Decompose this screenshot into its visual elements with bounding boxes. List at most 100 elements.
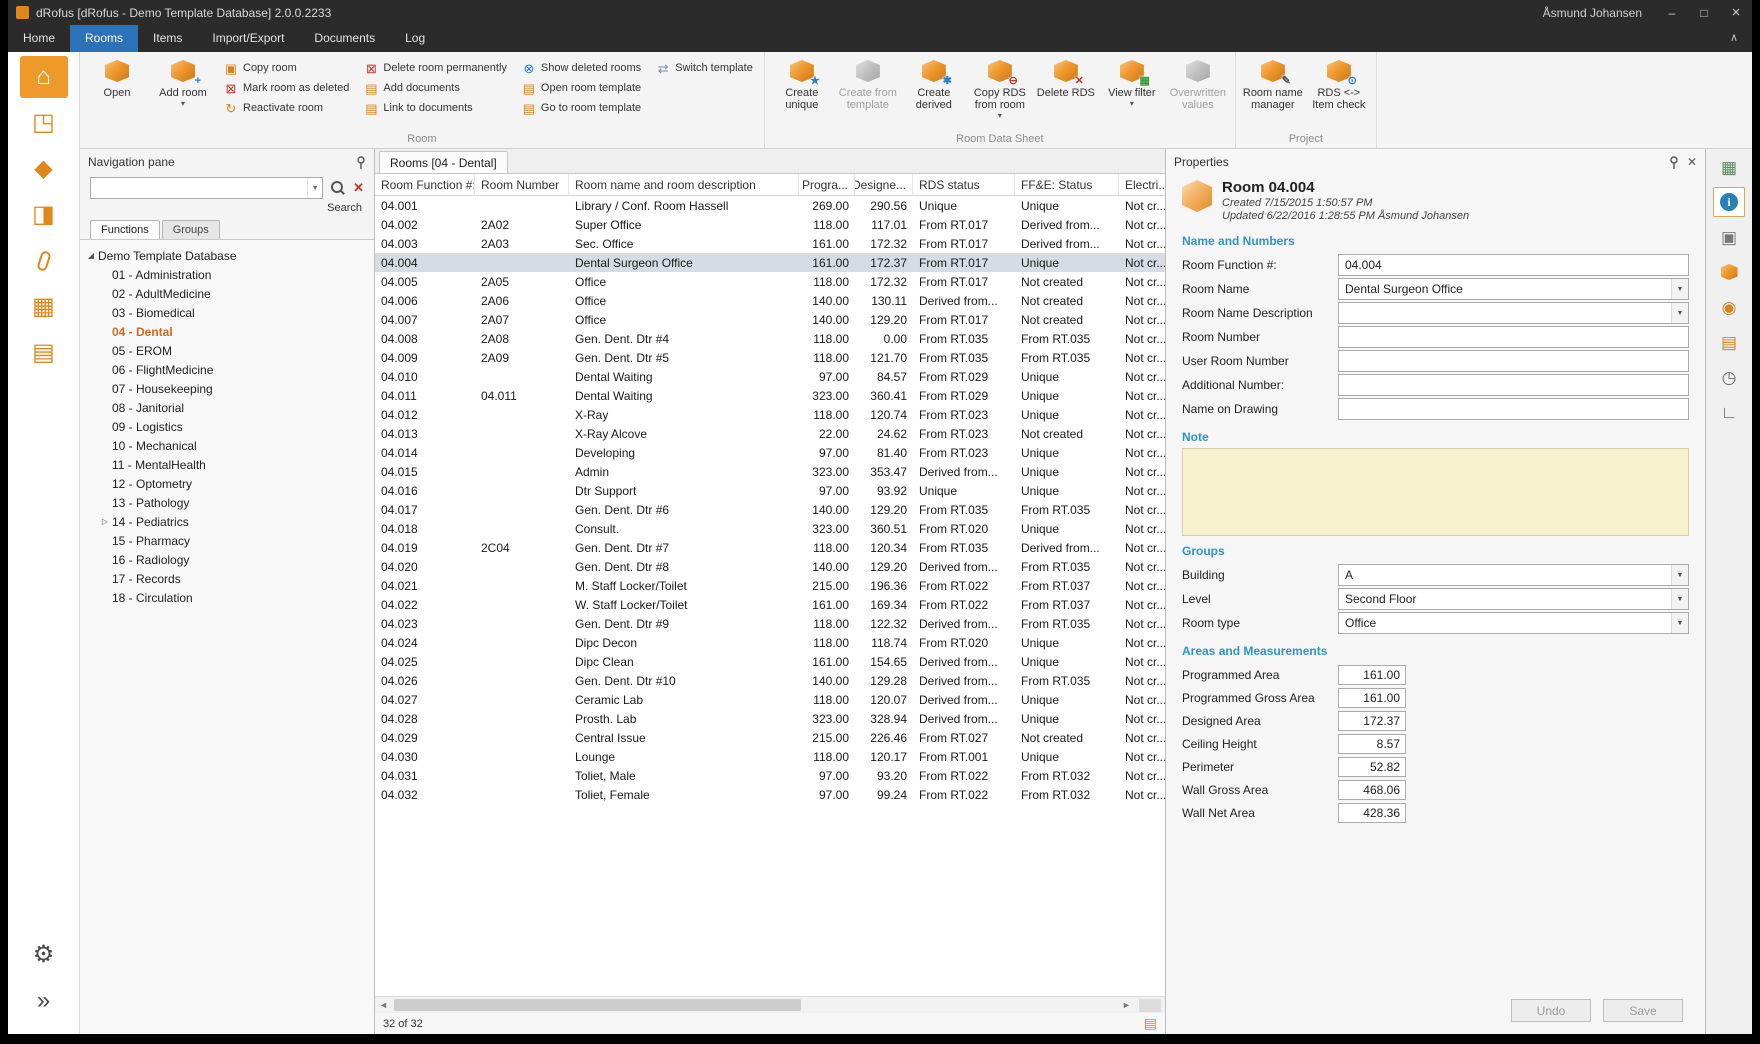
room-name-manager-button[interactable]: ✎Room name manager: [1240, 54, 1306, 113]
room-number-input[interactable]: [1338, 326, 1689, 348]
level-field[interactable]: ▼: [1338, 588, 1689, 610]
table-row[interactable]: 04.024Dipc Decon118.00118.74From RT.020U…: [375, 633, 1165, 652]
switch-template-button[interactable]: ⇄Switch template: [655, 58, 753, 78]
horizontal-scrollbar[interactable]: ◄ ►: [375, 996, 1165, 1013]
view-filter-button[interactable]: ▦View filter▾: [1099, 54, 1165, 110]
room-name-description-input[interactable]: [1338, 302, 1689, 324]
chevron-down-icon[interactable]: ▼: [1671, 279, 1688, 299]
add-room-button[interactable]: +Add room▾: [150, 54, 216, 110]
show-deleted-rooms-button[interactable]: ⊗Show deleted rooms: [521, 58, 641, 78]
tree-item-16-radiology[interactable]: 16 - Radiology: [84, 550, 370, 569]
perimeter-input[interactable]: [1338, 757, 1406, 777]
chevron-down-icon[interactable]: ▼: [1671, 589, 1688, 609]
table-row[interactable]: 04.027Ceramic Lab118.00120.07Derived fro…: [375, 690, 1165, 709]
nav-tab-functions[interactable]: Functions: [90, 220, 160, 239]
menu-tab-import-export[interactable]: Import/Export: [197, 25, 299, 52]
menu-tab-items[interactable]: Items: [138, 25, 197, 52]
room-number-field[interactable]: [1338, 326, 1689, 348]
column-header-room-number[interactable]: Room Number: [475, 174, 569, 195]
programmed-area-input[interactable]: [1338, 665, 1406, 685]
table-row[interactable]: 04.020Gen. Dent. Dtr #8140.00129.20Deriv…: [375, 557, 1165, 576]
table-row[interactable]: 04.030Lounge118.00120.17From RT.001Uniqu…: [375, 747, 1165, 766]
column-header-electri[interactable]: Electri...: [1119, 174, 1165, 195]
chevron-down-icon[interactable]: ▼: [1671, 565, 1688, 585]
search-input[interactable]: [91, 178, 307, 198]
scrollbar-track[interactable]: [392, 997, 1118, 1013]
table-row[interactable]: 04.014Developing97.0081.40From RT.023Uni…: [375, 443, 1165, 462]
tree-item-14-pediatrics[interactable]: ▷14 - Pediatrics: [84, 512, 370, 531]
pin-icon[interactable]: [356, 156, 366, 169]
column-header-designe[interactable]: Designe...: [855, 174, 913, 195]
reactivate-room-button[interactable]: ↻Reactivate room: [223, 98, 349, 118]
rooms-icon[interactable]: ⌂: [20, 56, 68, 98]
open-room-template-button[interactable]: ▤Open room template: [521, 78, 641, 98]
tree-item-15-pharmacy[interactable]: 15 - Pharmacy: [84, 531, 370, 550]
undo-button[interactable]: Undo: [1511, 999, 1591, 1022]
table-row[interactable]: 04.0092A09Gen. Dent. Dtr #5118.00121.70F…: [375, 348, 1165, 367]
chevron-down-icon[interactable]: ▼: [1671, 613, 1688, 633]
table-row[interactable]: 04.0022A02Super Office118.00117.01From R…: [375, 215, 1165, 234]
table-row[interactable]: 04.021M. Staff Locker/Toilet215.00196.36…: [375, 576, 1165, 595]
tree-expander-icon[interactable]: ◢: [84, 251, 98, 260]
tree-root[interactable]: ◢Demo Template Database: [84, 246, 370, 265]
table-row[interactable]: 04.013X-Ray Alcove22.0024.62From RT.023N…: [375, 424, 1165, 443]
close-button[interactable]: ×: [1720, 0, 1752, 25]
room-name-field[interactable]: ▼: [1338, 278, 1689, 300]
tree-item-11-mentalhealth[interactable]: 11 - MentalHealth: [84, 455, 370, 474]
table-row[interactable]: 04.031Toliet, Male97.0093.20From RT.022F…: [375, 766, 1165, 785]
column-header-room-name-and-room-description[interactable]: Room name and room description: [569, 174, 799, 195]
table-row[interactable]: 04.022W. Staff Locker/Toilet161.00169.34…: [375, 595, 1165, 614]
table-row[interactable]: 04.0192C04Gen. Dent. Dtr #7118.00120.34F…: [375, 538, 1165, 557]
table-row[interactable]: 04.01104.011Dental Waiting323.00360.41Fr…: [375, 386, 1165, 405]
menu-tab-documents[interactable]: Documents: [299, 25, 390, 52]
copy-room-button[interactable]: ▣Copy room: [223, 58, 349, 78]
mark-room-as-deleted-button[interactable]: ⊠Mark room as deleted: [223, 78, 349, 98]
wall-net-area-input[interactable]: [1338, 803, 1406, 823]
tree-item-10-mechanical[interactable]: 10 - Mechanical: [84, 436, 370, 455]
table-row[interactable]: 04.0062A06Office140.00130.11Derived from…: [375, 291, 1165, 310]
table-row[interactable]: 04.025Dipc Clean161.00154.65Derived from…: [375, 652, 1165, 671]
column-header-room-function[interactable]: Room Function #:: [375, 174, 475, 195]
rds-item-check-button[interactable]: ⊙RDS <-> Item check: [1306, 54, 1372, 113]
table-row[interactable]: 04.012X-Ray118.00120.74From RT.023Unique…: [375, 405, 1165, 424]
tree-item-07-housekeeping[interactable]: 07 - Housekeeping: [84, 379, 370, 398]
building-input[interactable]: [1338, 564, 1689, 586]
menu-tab-home[interactable]: Home: [8, 25, 70, 52]
additional-number-field[interactable]: [1338, 374, 1689, 396]
copies-icon[interactable]: ▣: [1713, 222, 1745, 252]
table-row[interactable]: 04.004Dental Surgeon Office161.00172.37F…: [375, 253, 1165, 272]
save-button[interactable]: Save: [1603, 999, 1683, 1022]
tree-item-05-erom[interactable]: 05 - EROM: [84, 341, 370, 360]
scrollbar-thumb[interactable]: [394, 999, 801, 1011]
tree-expander-icon[interactable]: ▷: [98, 517, 112, 526]
room-cube-icon[interactable]: [1713, 257, 1745, 287]
tree-item-04-dental[interactable]: 04 - Dental: [84, 322, 370, 341]
tree-item-01-administration[interactable]: 01 - Administration: [84, 265, 370, 284]
documents-icon[interactable]: ▤: [20, 332, 68, 374]
create-derived-button[interactable]: ✱Create derived: [901, 54, 967, 113]
room-type-input[interactable]: [1338, 612, 1689, 634]
wall-gross-area-input[interactable]: [1338, 780, 1406, 800]
table-row[interactable]: 04.016Dtr Support97.0093.92UniqueUniqueN…: [375, 481, 1165, 500]
table-row[interactable]: 04.018Consult.323.00360.51From RT.020Uni…: [375, 519, 1165, 538]
maximize-button[interactable]: □: [1688, 0, 1720, 25]
menu-tab-log[interactable]: Log: [390, 25, 440, 52]
images-icon[interactable]: ◉: [1713, 292, 1745, 322]
building-field[interactable]: ▼: [1338, 564, 1689, 586]
tree-item-17-records[interactable]: 17 - Records: [84, 569, 370, 588]
room-function-field[interactable]: [1338, 254, 1689, 276]
reports-icon[interactable]: ▦: [20, 286, 68, 328]
products-icon[interactable]: ◨: [20, 194, 68, 236]
column-header-progra[interactable]: Progra...: [799, 174, 855, 195]
tree-item-08-janitorial[interactable]: 08 - Janitorial: [84, 398, 370, 417]
files-icon[interactable]: ▤: [1713, 327, 1745, 357]
settings-gear-icon[interactable]: ⚙: [20, 934, 68, 976]
delete-room-permanently-button[interactable]: ⊠Delete room permanently: [363, 58, 507, 78]
table-row[interactable]: 04.0032A03Sec. Office161.00172.32From RT…: [375, 234, 1165, 253]
table-row[interactable]: 04.029Central Issue215.00226.46From RT.0…: [375, 728, 1165, 747]
more-chevrons-icon[interactable]: »: [20, 980, 68, 1022]
rooms-tab[interactable]: Rooms [04 - Dental]: [379, 151, 508, 173]
add-documents-button[interactable]: ▤Add documents: [363, 78, 507, 98]
user-room-number-field[interactable]: [1338, 350, 1689, 372]
table-row[interactable]: 04.023Gen. Dent. Dtr #9118.00122.32Deriv…: [375, 614, 1165, 633]
